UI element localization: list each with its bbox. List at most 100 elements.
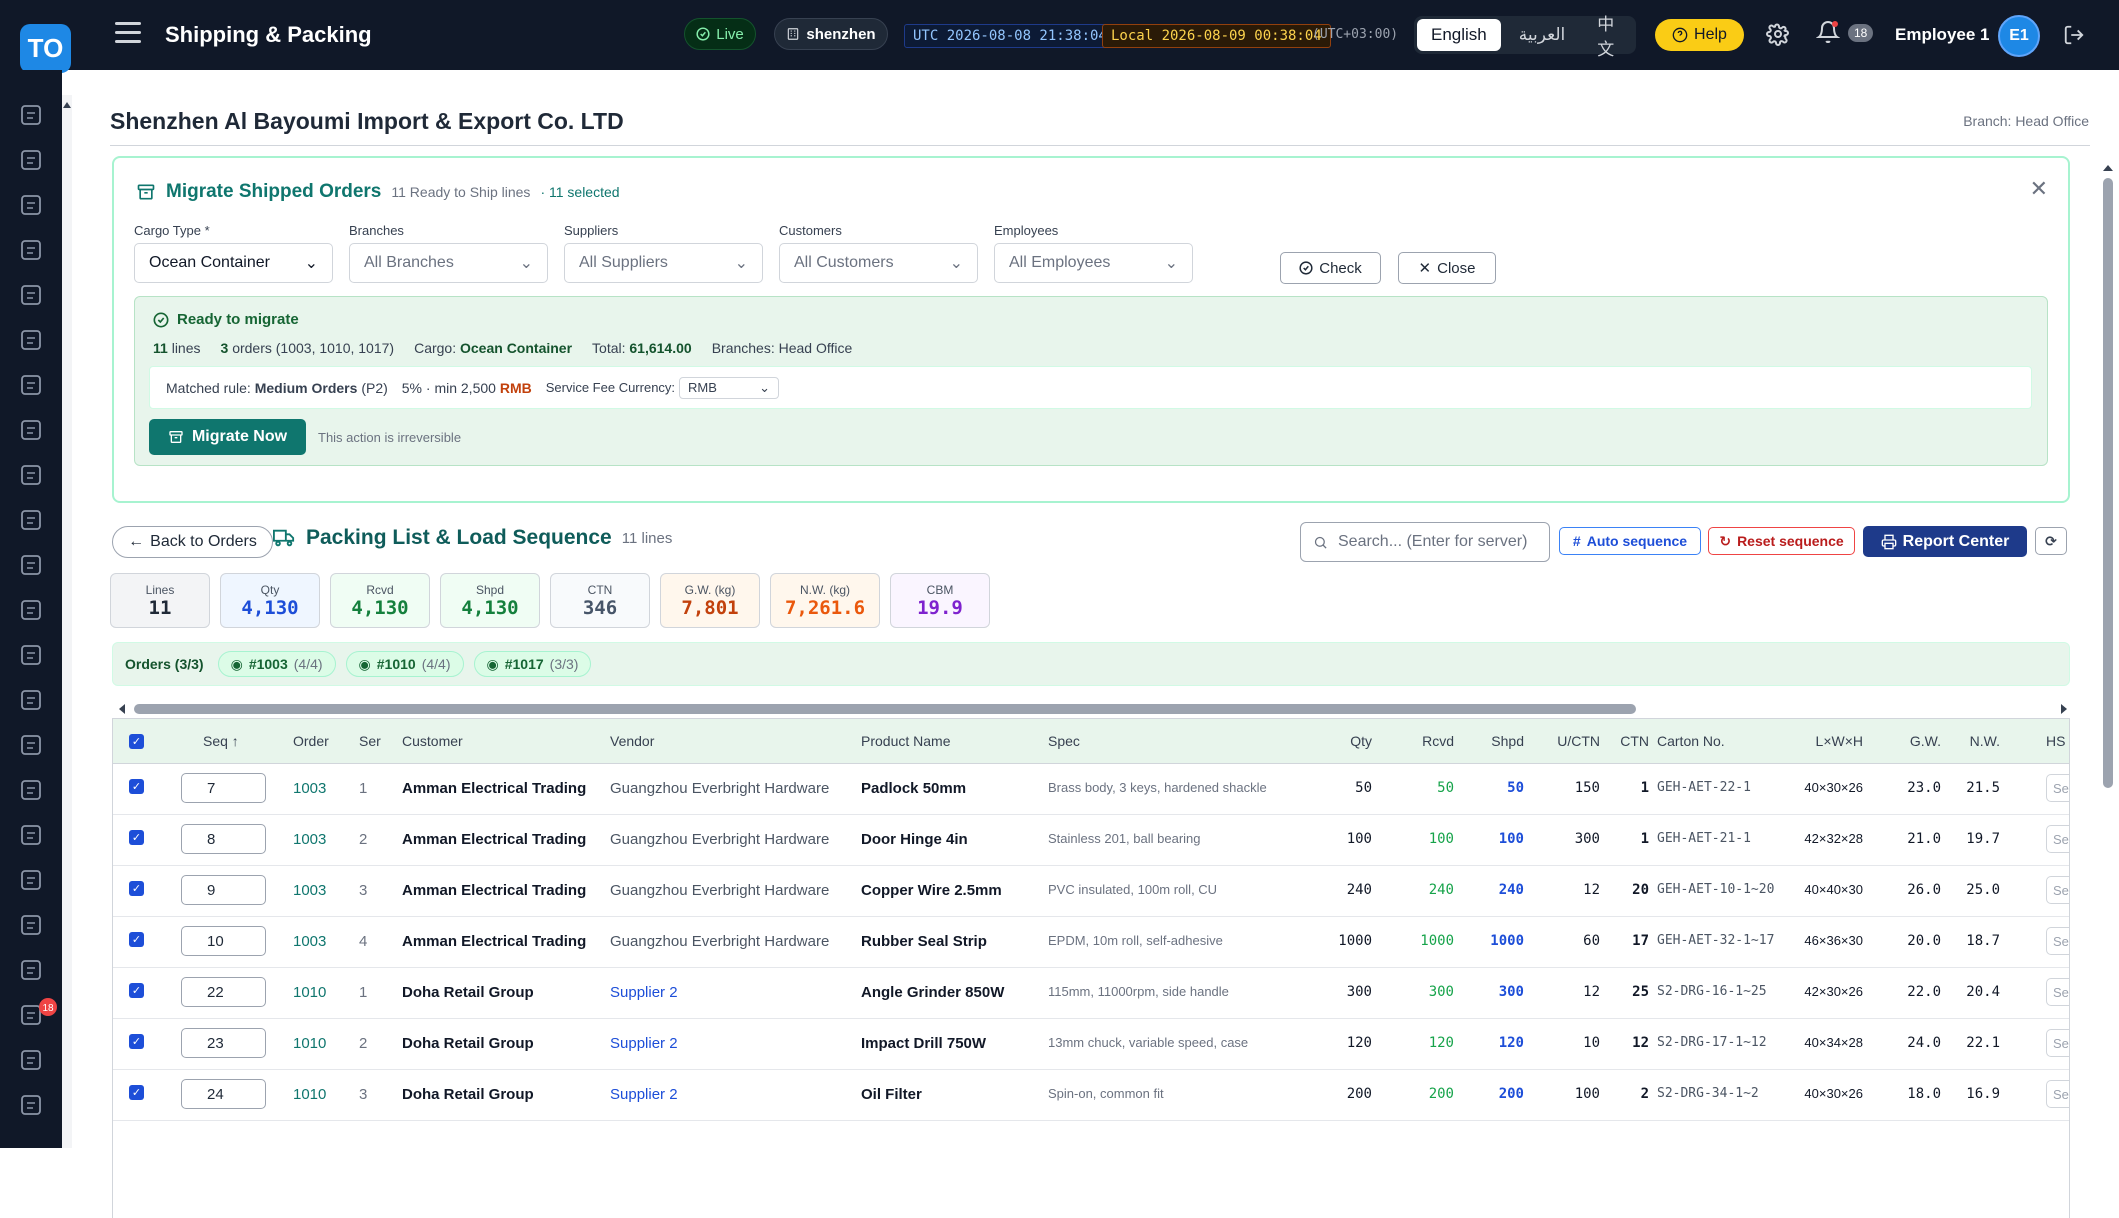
- order-chip[interactable]: ◉ #1017 (3/3): [473, 651, 592, 677]
- seq-input[interactable]: 23: [181, 1028, 266, 1058]
- cell-order[interactable]: 1003: [293, 882, 326, 899]
- table-row[interactable]: ✓ 7 1003 1 Amman Electrical Trading Guangzhou…: [113, 764, 2069, 815]
- cell-vendor[interactable]: Guangzhou Everbright Hardware: [610, 933, 829, 950]
- cell-order[interactable]: 1003: [293, 933, 326, 950]
- clock-icon[interactable]: [21, 1095, 41, 1115]
- search-input[interactable]: Search... (Enter for server): [1300, 522, 1550, 562]
- scroll-thumb[interactable]: [134, 704, 1636, 714]
- hs-code-select[interactable]: Se: [2046, 876, 2069, 904]
- lang-english[interactable]: English: [1417, 19, 1501, 51]
- dashboard-icon[interactable]: [21, 105, 41, 125]
- logout-icon[interactable]: [2063, 24, 2085, 46]
- wallet-icon[interactable]: [21, 645, 41, 665]
- branches-select[interactable]: All Branches ⌄: [349, 243, 548, 283]
- row-checkbox[interactable]: ✓: [129, 881, 144, 896]
- cell-order[interactable]: 1003: [293, 831, 326, 848]
- row-checkbox[interactable]: ✓: [129, 932, 144, 947]
- migrate-now-button[interactable]: Migrate Now: [149, 419, 306, 455]
- seq-input[interactable]: 9: [181, 875, 266, 905]
- row-checkbox[interactable]: ✓: [129, 779, 144, 794]
- cell-vendor[interactable]: Supplier 2: [610, 1086, 678, 1103]
- horizontal-scrollbar[interactable]: [112, 701, 2070, 715]
- row-checkbox[interactable]: ✓: [129, 983, 144, 998]
- cell-order[interactable]: 1010: [293, 1035, 326, 1052]
- employee-name[interactable]: Employee 1: [1895, 25, 1990, 45]
- cell-vendor[interactable]: Guangzhou Everbright Hardware: [610, 882, 829, 899]
- lang-arabic[interactable]: العربية: [1505, 19, 1579, 51]
- cell-vendor[interactable]: Supplier 2: [610, 1035, 678, 1052]
- employees-select[interactable]: All Employees ⌄: [994, 243, 1193, 283]
- inbox-icon[interactable]: [21, 960, 41, 980]
- table-row[interactable]: ✓ 8 1003 2 Amman Electrical Trading Guangzhou…: [113, 815, 2069, 866]
- auto-sequence-button[interactable]: # Auto sequence: [1559, 527, 1701, 555]
- close-icon[interactable]: ✕: [2030, 176, 2048, 202]
- customers-select[interactable]: All Customers ⌄: [779, 243, 978, 283]
- bank-icon[interactable]: [21, 690, 41, 710]
- id-card-icon[interactable]: [21, 465, 41, 485]
- search-person-icon[interactable]: [21, 915, 41, 935]
- row-checkbox[interactable]: ✓: [129, 1034, 144, 1049]
- cell-order[interactable]: 1010: [293, 984, 326, 1001]
- cart-icon[interactable]: [21, 195, 41, 215]
- reset-sequence-button[interactable]: ↻ Reset sequence: [1708, 527, 1855, 555]
- hs-code-select[interactable]: Se: [2046, 927, 2069, 955]
- seq-input[interactable]: 22: [181, 977, 266, 1007]
- suppliers-select[interactable]: All Suppliers ⌄: [564, 243, 763, 283]
- scroll-thumb[interactable]: [2103, 178, 2113, 788]
- gear-icon[interactable]: [1766, 22, 1790, 46]
- cell-vendor[interactable]: Guangzhou Everbright Hardware: [610, 780, 829, 797]
- fee-currency-select[interactable]: RMB ⌄: [679, 376, 780, 399]
- row-checkbox[interactable]: ✓: [129, 1085, 144, 1100]
- vertical-scrollbar[interactable]: [2101, 160, 2115, 1148]
- vehicle-icon[interactable]: [21, 555, 41, 575]
- app-logo[interactable]: TO: [20, 24, 71, 73]
- order-chip[interactable]: ◉ #1010 (4/4): [345, 651, 464, 677]
- hs-code-select[interactable]: Se: [2046, 1029, 2069, 1057]
- hs-code-select[interactable]: Se: [2046, 825, 2069, 853]
- avatar[interactable]: E1: [1998, 15, 2040, 57]
- send-icon[interactable]: [21, 1005, 41, 1025]
- hs-code-select[interactable]: Se: [2046, 1080, 2069, 1108]
- lang-chinese[interactable]: 中文: [1583, 15, 1633, 59]
- book-icon[interactable]: [21, 780, 41, 800]
- table-row[interactable]: ✓ 23 1010 2 Doha Retail Group Supplier 2 Impac…: [113, 1019, 2069, 1070]
- table-row[interactable]: ✓ 10 1003 4 Amman Electrical Trading Guangzho…: [113, 917, 2069, 968]
- accessibility-icon[interactable]: [21, 510, 41, 530]
- package-icon[interactable]: [21, 330, 41, 350]
- refresh-button[interactable]: ⟳: [2035, 527, 2067, 555]
- layers-icon[interactable]: [21, 375, 41, 395]
- hs-code-select[interactable]: Se: [2046, 978, 2069, 1006]
- users-icon[interactable]: [21, 420, 41, 440]
- report-center-button[interactable]: Report Center: [1863, 526, 2027, 557]
- seq-input[interactable]: 8: [181, 824, 266, 854]
- table-row[interactable]: ✓ 9 1003 3 Amman Electrical Trading Guangzhou…: [113, 866, 2069, 917]
- location-badge[interactable]: shenzhen: [774, 18, 888, 50]
- cell-vendor[interactable]: Guangzhou Everbright Hardware: [610, 831, 829, 848]
- dollar-icon[interactable]: [21, 825, 41, 845]
- clipboard-icon[interactable]: [21, 150, 41, 170]
- seq-input[interactable]: 10: [181, 926, 266, 956]
- help-button[interactable]: Help: [1655, 19, 1744, 51]
- table-row[interactable]: ✓ 24 1010 3 Doha Retail Group Supplier 2 Oil F…: [113, 1070, 2069, 1121]
- table-row[interactable]: ✓ 22 1010 1 Doha Retail Group Supplier 2 Angle…: [113, 968, 2069, 1019]
- select-all-checkbox[interactable]: ✓: [129, 734, 144, 749]
- column-header[interactable]: Seq ↑: [203, 733, 239, 749]
- seq-input[interactable]: 7: [181, 773, 266, 803]
- bell-icon[interactable]: [1816, 20, 1840, 44]
- cell-order[interactable]: 1010: [293, 1086, 326, 1103]
- cell-order[interactable]: 1003: [293, 780, 326, 797]
- sidebar-scrollbar[interactable]: [62, 95, 72, 1148]
- order-chip[interactable]: ◉ #1003 (4/4): [217, 651, 336, 677]
- team-icon[interactable]: [21, 1050, 41, 1070]
- checklist-icon[interactable]: [21, 240, 41, 260]
- seq-input[interactable]: 24: [181, 1079, 266, 1109]
- menu-icon[interactable]: [115, 22, 141, 44]
- cell-vendor[interactable]: Supplier 2: [610, 984, 678, 1001]
- close-button[interactable]: ✕ Close: [1398, 252, 1496, 284]
- row-checkbox[interactable]: ✓: [129, 830, 144, 845]
- chart-icon[interactable]: [21, 870, 41, 890]
- archive-icon[interactable]: [21, 285, 41, 305]
- cargo-type-select[interactable]: Ocean Container ⌄: [134, 243, 333, 283]
- back-to-orders-button[interactable]: ← Back to Orders: [112, 526, 273, 558]
- invoice-icon[interactable]: [21, 600, 41, 620]
